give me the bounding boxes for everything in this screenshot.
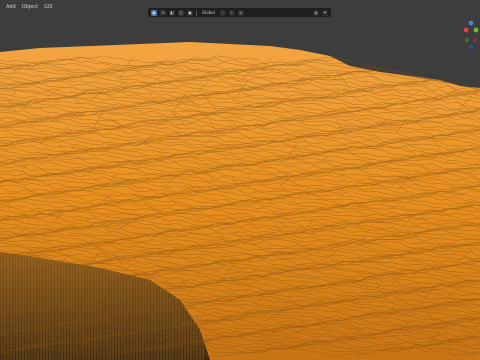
gizmo-neg-y-axis [465, 38, 469, 42]
3d-viewport[interactable]: Add Object GIS ● ⊡ ◧ ◫ ▣ Global ◌ ⊹ ◎ ◍ … [0, 0, 480, 360]
gizmo-neg-x-axis [473, 38, 477, 42]
gizmo-neg-z-axis [469, 45, 473, 49]
overlay-icon[interactable]: ◫ [178, 9, 184, 16]
transform-orientation-dropdown[interactable]: Global [200, 10, 217, 15]
navigation-gizmo[interactable] [462, 18, 480, 52]
shading-solid-icon[interactable]: ◧ [169, 9, 175, 16]
sphere-icon[interactable]: ◌ [219, 9, 226, 16]
viewport-shading-icon[interactable]: ◍ [313, 9, 319, 16]
cursor-icon[interactable]: ● [151, 9, 157, 16]
toolbar-separator [196, 9, 197, 16]
gizmo-z-axis [468, 20, 474, 26]
menu-object[interactable]: Object [22, 0, 38, 14]
view-icon[interactable]: ⊡ [160, 9, 166, 16]
terrain-crease [418, 68, 427, 74]
gizmo-x-axis [463, 27, 469, 33]
xray-icon[interactable]: ▣ [187, 9, 193, 16]
menu-gis[interactable]: GIS [44, 0, 53, 14]
terrain-crease [456, 69, 464, 78]
terrain-mesh[interactable] [0, 0, 480, 360]
proportional-icon[interactable]: ◎ [237, 9, 244, 16]
menu-add[interactable]: Add [6, 0, 16, 14]
snap-icon[interactable]: ⊹ [228, 9, 235, 16]
viewport-toolbar: ● ⊡ ◧ ◫ ▣ Global ◌ ⊹ ◎ ◍ ⏷ [148, 8, 331, 17]
gizmo-y-axis [473, 27, 479, 33]
filter-icon[interactable]: ⏷ [322, 9, 328, 16]
